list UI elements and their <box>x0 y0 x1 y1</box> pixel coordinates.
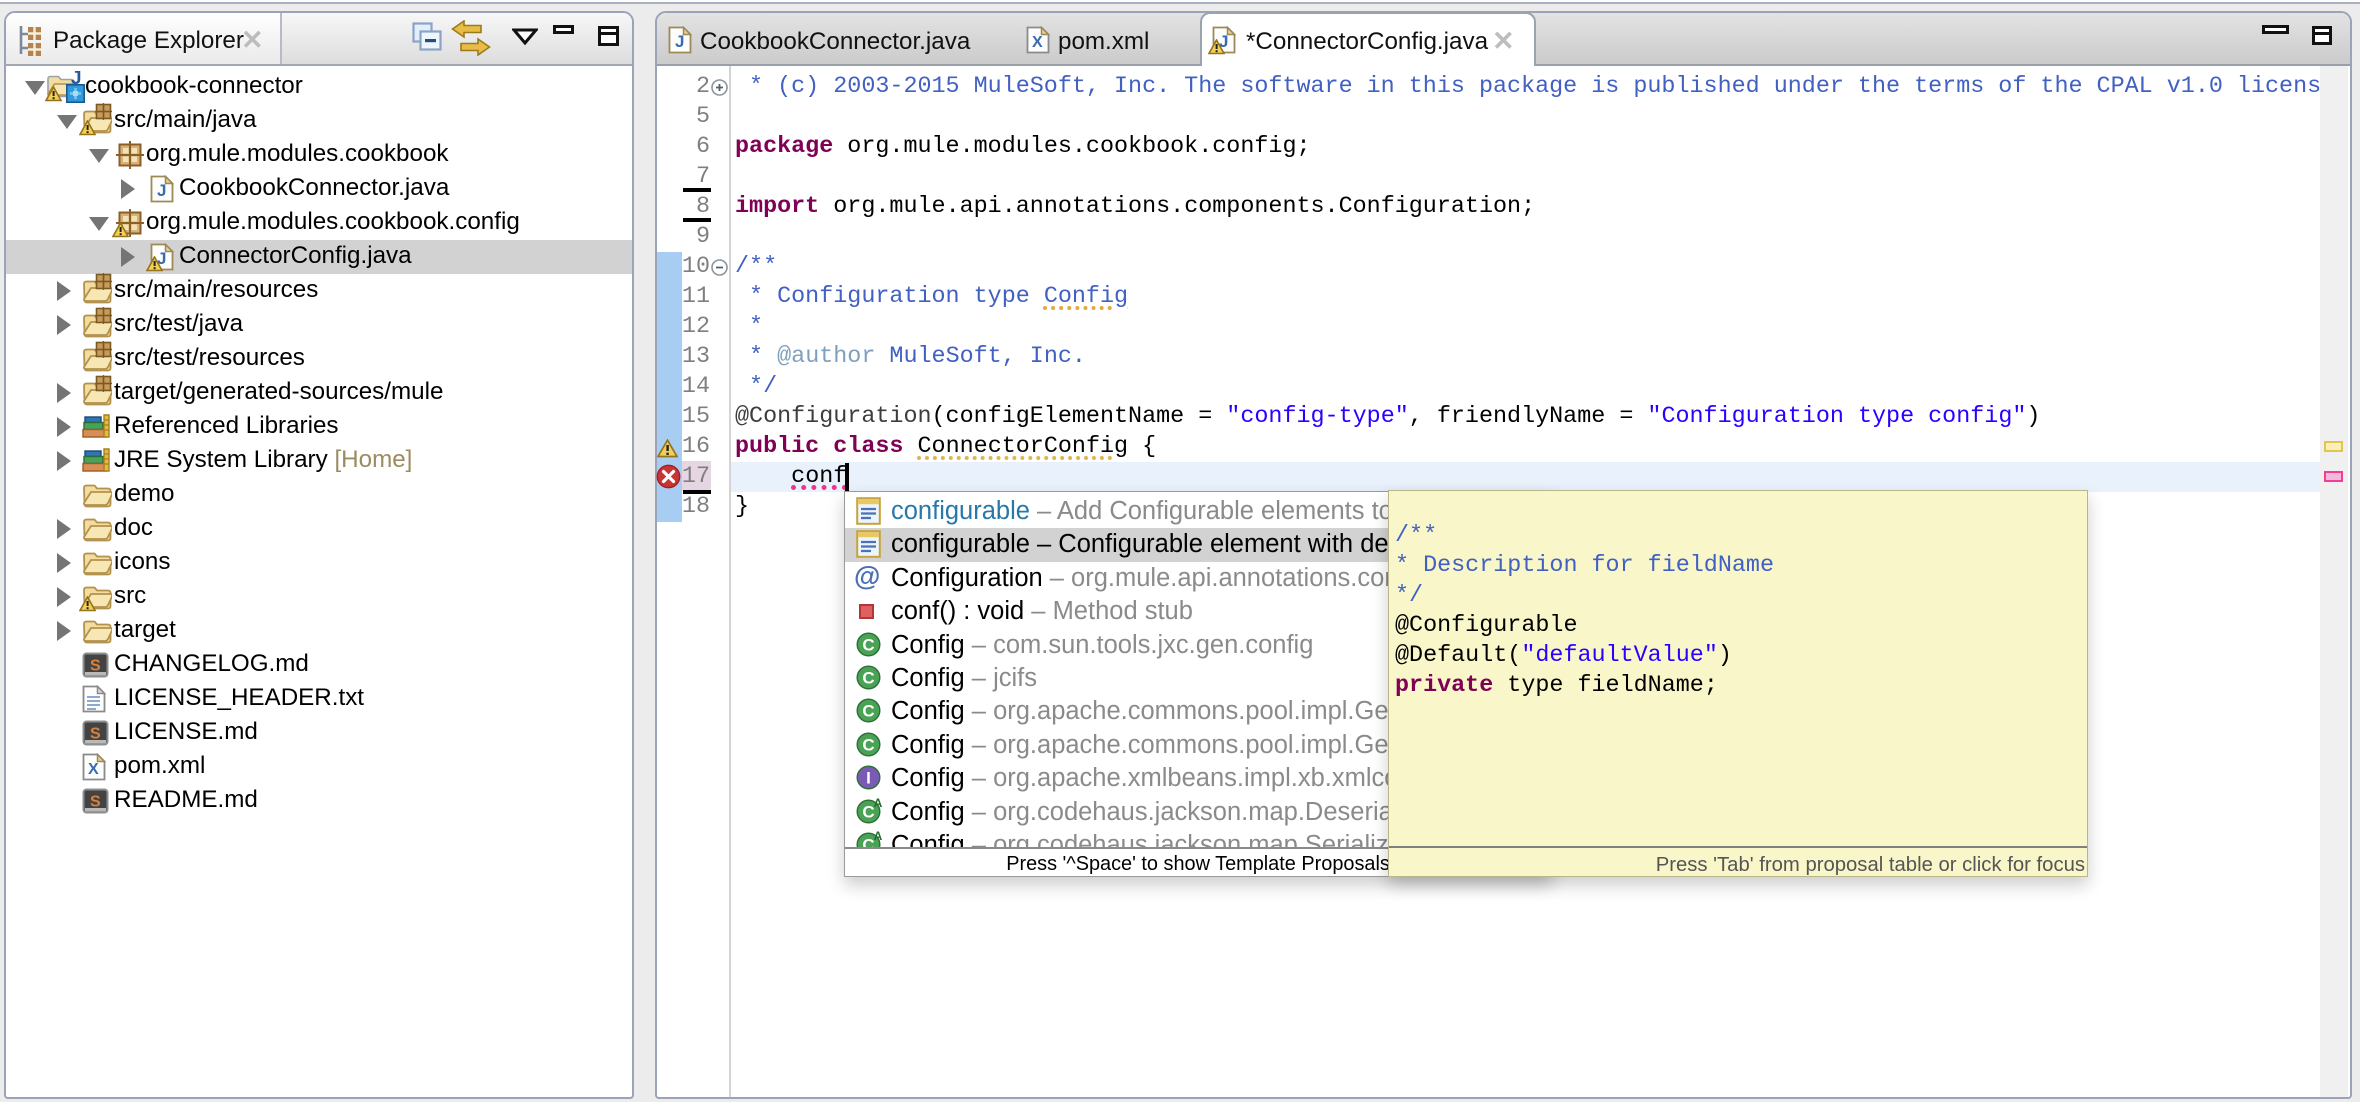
svg-text:X: X <box>88 761 99 778</box>
svg-text:X: X <box>1032 34 1043 51</box>
svg-text:S: S <box>90 794 101 811</box>
svg-text:A: A <box>874 798 883 810</box>
svg-text:I: I <box>866 769 871 788</box>
svg-text:J: J <box>675 32 684 51</box>
svg-text:S: S <box>90 658 101 675</box>
svg-text:A: A <box>874 831 883 843</box>
svg-text:S: S <box>90 726 101 743</box>
svg-text:C: C <box>862 636 874 655</box>
svg-text:C: C <box>862 702 874 721</box>
svg-text:J: J <box>157 181 166 200</box>
svg-text:C: C <box>862 736 874 755</box>
svg-text:C: C <box>862 669 874 688</box>
